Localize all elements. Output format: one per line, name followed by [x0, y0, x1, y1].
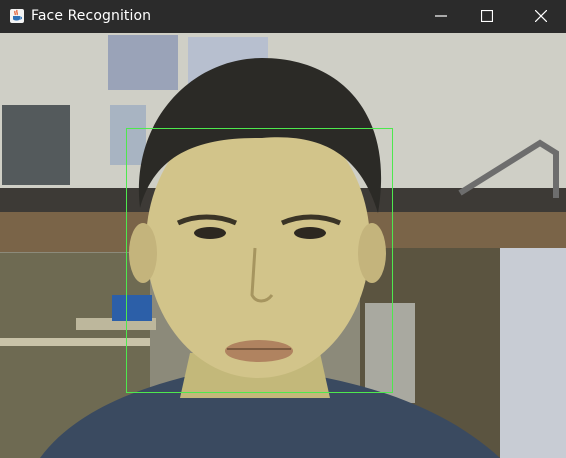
close-icon — [535, 10, 547, 22]
minimize-button[interactable] — [418, 0, 464, 33]
close-button[interactable] — [518, 0, 564, 33]
face-detection-box — [126, 128, 393, 393]
camera-feed — [0, 33, 566, 458]
java-coffee-cup-icon — [9, 8, 25, 24]
face-recognition-window: Face Recognition — [0, 0, 566, 458]
maximize-button[interactable] — [464, 0, 510, 33]
maximize-icon — [481, 10, 493, 22]
title-bar[interactable]: Face Recognition — [0, 0, 566, 33]
minimize-icon — [435, 15, 447, 17]
window-title: Face Recognition — [31, 8, 152, 24]
